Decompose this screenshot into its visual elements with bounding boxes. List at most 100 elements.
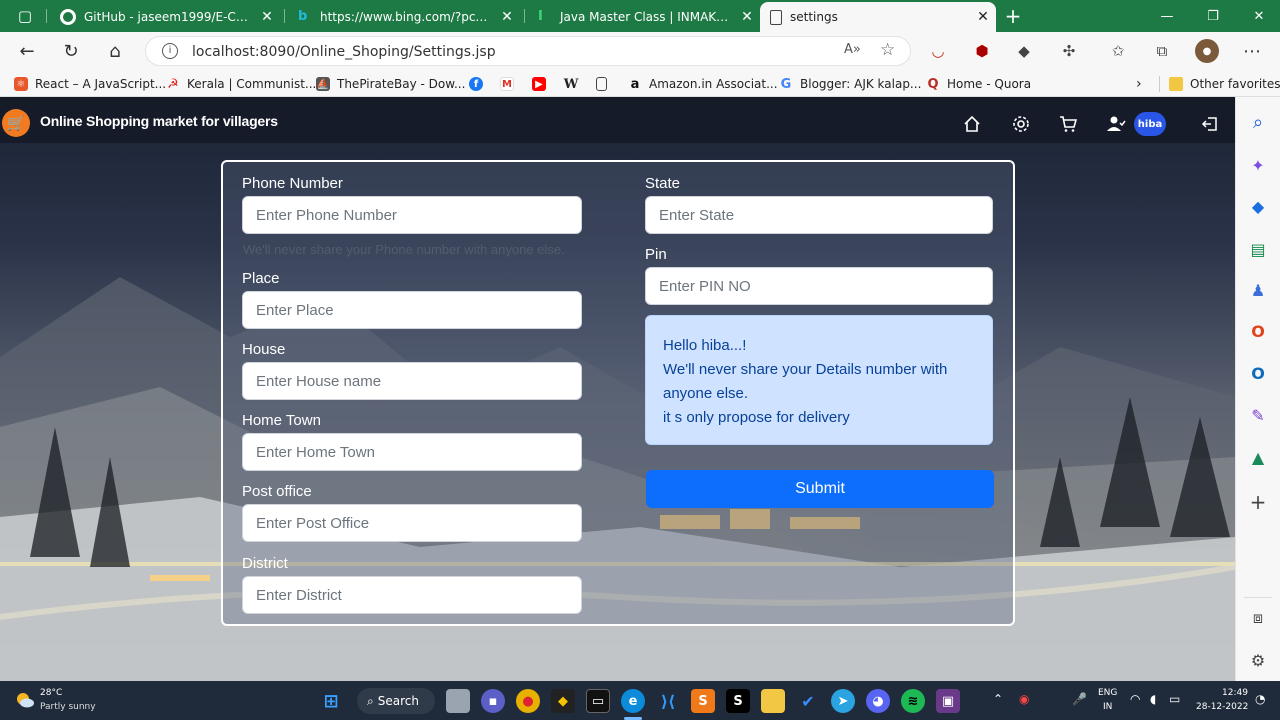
tab-github[interactable]: GitHub - jaseem1999/E-Commer ✕ [50,2,280,32]
favorite-star-icon[interactable]: ☆ [880,40,895,60]
pin-input[interactable] [645,267,993,305]
profile-avatar[interactable]: ● [1195,39,1219,63]
back-icon[interactable]: ← [12,36,42,66]
outlook-icon[interactable]: O [1246,361,1270,385]
read-aloud-icon[interactable]: A» [844,42,861,57]
volume-icon[interactable]: ◖ [1150,692,1156,706]
tab-actions-icon[interactable]: ▢ [10,1,40,31]
chevron-right-icon[interactable]: › [1136,74,1142,94]
designer-icon[interactable]: ✎ [1246,403,1270,427]
favorite-blogger[interactable]: G Blogger: AJK kalap... [779,74,922,94]
spotify-icon[interactable]: ≋ [901,689,925,713]
url-field[interactable]: i localhost:8090/Online_Shoping/Settings… [145,36,911,66]
favorites-icon[interactable]: ✩ [1106,39,1130,63]
favorite-wikipedia[interactable]: W [564,74,585,94]
tab-inmakes[interactable]: I Java Master Class | INMAKES LEA ✕ [528,2,760,32]
new-tab-button[interactable]: + [990,0,1036,32]
favorite-youtube[interactable]: ▶ [532,74,553,94]
document-icon [596,77,607,91]
chevron-up-icon[interactable]: ⌃ [993,692,1003,706]
favorite-facebook[interactable]: f [469,74,490,94]
place-input[interactable] [242,291,582,329]
post-office-input[interactable] [242,504,582,542]
search-icon[interactable]: ⌕ [1246,110,1270,134]
cart-icon[interactable] [1056,113,1080,135]
logout-icon[interactable] [1198,113,1222,135]
tab-settings[interactable]: settings ✕ [760,2,996,32]
close-icon[interactable]: ✕ [254,9,280,25]
battery-icon[interactable]: ▭ [1169,692,1180,706]
other-favorites[interactable]: Other favorites [1169,74,1280,94]
weather-icon[interactable] [15,691,35,709]
close-icon[interactable]: ✕ [734,9,760,25]
info-icon[interactable]: i [162,43,178,59]
extensions-icon[interactable]: ✣ [1057,39,1081,63]
tools-icon[interactable]: ▤ [1246,237,1270,261]
site-brand[interactable]: Online Shopping market for villagers [40,113,278,129]
sublime-icon[interactable]: S [691,689,715,713]
split-screen-icon[interactable]: ⧈ [1246,606,1270,630]
state-input[interactable] [645,196,993,234]
pin-label: Pin [645,246,667,263]
edge-icon[interactable]: e [621,689,645,713]
favorite-amazon[interactable]: a Amazon.in Associat... [628,74,778,94]
camera-off-icon[interactable]: ◉ [1019,692,1029,706]
taskbar-search[interactable]: ⌕ Search [357,688,435,714]
home-icon[interactable]: ⌂ [100,36,130,66]
clock-date: 28-12-2022 [1196,702,1249,712]
windows-start-icon[interactable]: ⊞ [319,689,343,713]
favorite-quora[interactable]: Q Home - Quora [926,74,1031,94]
user-badge[interactable]: hiba [1134,112,1166,136]
shopping-tag-icon[interactable]: ◆ [1246,194,1270,218]
more-icon[interactable]: ⋯ [1240,39,1264,63]
drop-icon[interactable]: ▲ [1246,445,1270,469]
clock-time[interactable]: 12:49 [1222,688,1248,698]
pocket-icon[interactable]: ◡ [926,39,950,63]
house-input[interactable] [242,362,582,400]
git-icon[interactable]: ◆ [551,689,575,713]
terminal-icon[interactable]: ▭ [586,689,610,713]
refresh-icon[interactable]: ↻ [56,36,86,66]
home-town-input[interactable] [242,433,582,471]
copilot-icon[interactable]: ✦ [1246,153,1270,177]
favorite-react[interactable]: ⚛ React – A JavaScript... [14,74,166,94]
sidebar-settings-icon[interactable]: ⚙ [1246,648,1270,672]
collections-icon[interactable]: ⧉ [1150,39,1174,63]
close-window-icon[interactable]: ✕ [1236,0,1280,32]
close-icon[interactable]: ✕ [494,9,520,25]
task-view-icon[interactable] [446,689,470,713]
windows-taskbar: 28°C Partly sunny ⊞ ⌕ Search ▪ ● ◆ ▭ e ⟩⟨… [0,681,1280,720]
submit-button[interactable]: Submit [646,470,994,508]
notification-icon[interactable]: ◔ [1255,692,1265,706]
favorite-gmail[interactable]: M [500,74,521,94]
favorite-document[interactable] [596,74,614,94]
district-input[interactable] [242,576,582,614]
todo-icon[interactable]: ✔ [796,689,820,713]
phone-input[interactable] [242,196,582,234]
add-icon[interactable]: + [1246,490,1270,514]
ublock-icon[interactable]: ⬢ [970,39,994,63]
games-icon[interactable]: ♟ [1246,278,1270,302]
favorite-piratebay[interactable]: ⛵ ThePirateBay - Dow... [316,74,465,94]
shopping-cart-logo-icon[interactable]: 🛒 [2,109,30,137]
telegram-icon[interactable]: ➤ [831,689,855,713]
wifi-icon[interactable]: ◠ [1130,692,1140,706]
tab-bing[interactable]: b https://www.bing.com/?pc=W03 ✕ [288,2,520,32]
microphone-icon[interactable]: 🎤 [1072,692,1087,706]
vscode-icon[interactable]: ⟩⟨ [656,689,680,713]
game-icon[interactable]: ▣ [936,689,960,713]
chrome-icon[interactable]: ● [516,689,540,713]
dropbox-icon[interactable]: ◆ [1012,39,1036,63]
file-explorer-icon[interactable] [761,689,785,713]
restore-icon[interactable]: ❐ [1190,0,1236,32]
user-icon[interactable] [1104,113,1128,135]
s-app-icon[interactable]: S [726,689,750,713]
favorite-kerala[interactable]: ☭ Kerala | Communist... [166,74,316,94]
language-top[interactable]: ENG [1098,688,1117,698]
minimize-icon[interactable]: — [1144,0,1190,32]
office-icon[interactable]: O [1246,319,1270,343]
teams-chat-icon[interactable]: ▪ [481,689,505,713]
discord-icon[interactable]: ◕ [866,689,890,713]
home-icon[interactable] [960,113,984,135]
settings-icon[interactable] [1009,113,1033,135]
